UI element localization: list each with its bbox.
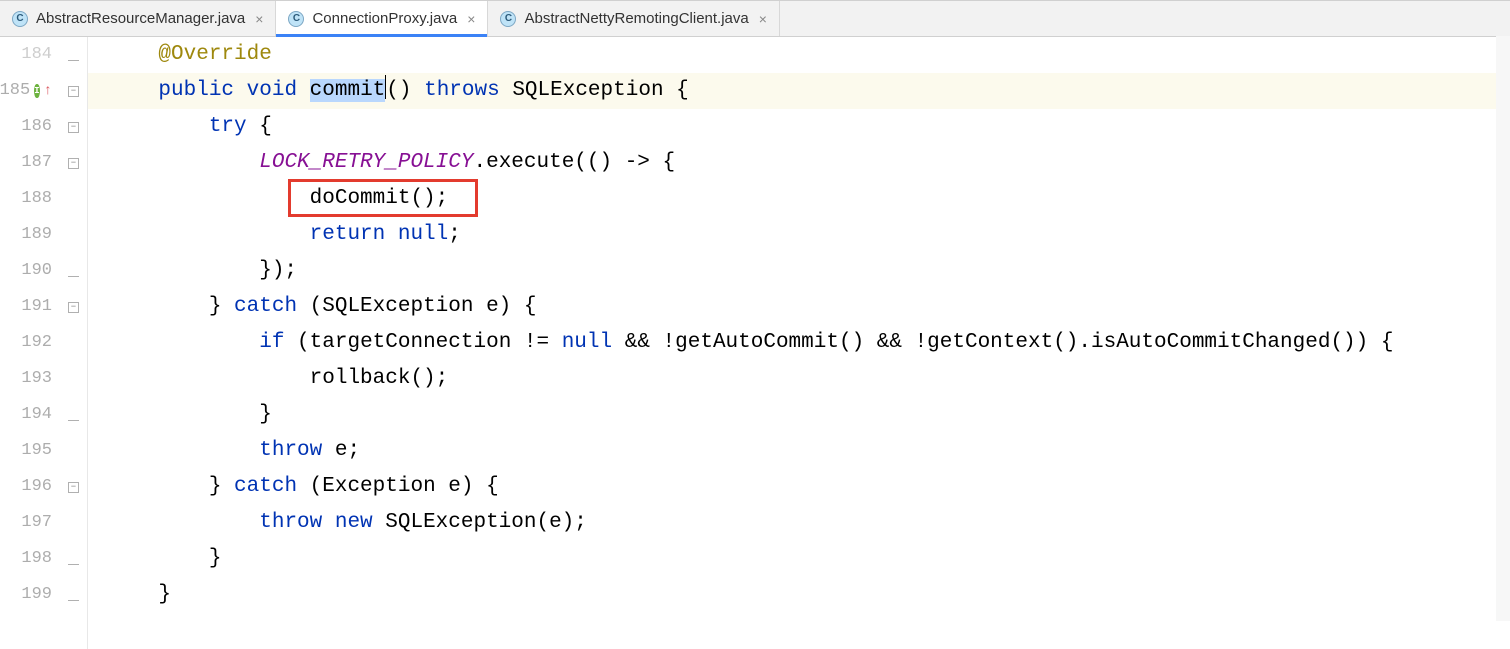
line-number[interactable]: 198 [0,541,52,577]
close-icon[interactable]: × [253,11,265,27]
code-line[interactable]: } [88,577,1510,613]
fold-cell[interactable] [60,397,87,433]
code-line[interactable]: doCommit(); [88,181,1510,217]
line-gutter: 184185I↑18618718818919019119219319419519… [0,37,60,649]
fold-cell[interactable] [60,325,87,361]
fold-cell[interactable] [60,541,87,577]
code-line[interactable]: } catch (SQLException e) { [88,289,1510,325]
editor-tab[interactable]: C ConnectionProxy.java × [276,1,488,36]
highlight-box [288,179,478,217]
fold-toggle-icon[interactable]: − [68,302,79,313]
fold-cell[interactable]: − [60,109,87,145]
line-number[interactable]: 197 [0,505,52,541]
code-line[interactable]: throw new SQLException(e); [88,505,1510,541]
line-number[interactable]: 195 [0,433,52,469]
fold-cell[interactable] [60,181,87,217]
vertical-scrollbar[interactable] [1496,36,1510,621]
fold-end-icon [68,266,79,277]
fold-cell[interactable]: − [60,145,87,181]
fold-toggle-icon[interactable]: − [68,482,79,493]
line-number[interactable]: 190 [0,253,52,289]
class-file-icon: C [12,11,28,27]
arrow-up-icon: ↑ [44,73,52,109]
class-file-icon: C [500,11,516,27]
tab-label: AbstractResourceManager.java [36,10,245,27]
line-number[interactable]: 187 [0,145,52,181]
fold-cell[interactable] [60,253,87,289]
code-line[interactable]: throw e; [88,433,1510,469]
line-number[interactable]: 184 [0,37,52,73]
fold-cell[interactable] [60,433,87,469]
code-line[interactable]: LOCK_RETRY_POLICY.execute(() -> { [88,145,1510,181]
fold-cell[interactable]: − [60,289,87,325]
line-number[interactable]: 193 [0,361,52,397]
close-icon[interactable]: × [757,11,769,27]
fold-end-icon [68,410,79,421]
line-number[interactable]: 189 [0,217,52,253]
fold-cell[interactable] [60,577,87,613]
fold-end-icon [68,50,79,61]
line-number[interactable]: 194 [0,397,52,433]
line-number[interactable]: 196 [0,469,52,505]
tab-label: AbstractNettyRemotingClient.java [524,10,748,27]
fold-toggle-icon[interactable]: − [68,86,79,97]
line-number[interactable]: 188 [0,181,52,217]
line-number[interactable]: 199 [0,577,52,613]
fold-end-icon [68,554,79,565]
code-line[interactable]: if (targetConnection != null && !getAuto… [88,325,1510,361]
code-line[interactable]: } catch (Exception e) { [88,469,1510,505]
override-marker-icon[interactable]: I [34,84,39,98]
code-line[interactable]: }); [88,253,1510,289]
fold-cell[interactable] [60,37,87,73]
code-line[interactable]: } [88,397,1510,433]
fold-cell[interactable] [60,613,87,649]
line-number[interactable]: 192 [0,325,52,361]
line-number[interactable]: 186 [0,109,52,145]
fold-toggle-icon[interactable]: − [68,122,79,133]
code-editor[interactable]: 184185I↑18618718818919019119219319419519… [0,37,1510,649]
fold-toggle-icon[interactable]: − [68,158,79,169]
code-line[interactable] [88,613,1510,649]
class-file-icon: C [288,11,304,27]
line-number[interactable]: 185I↑ [0,73,52,109]
fold-cell[interactable]: − [60,73,87,109]
fold-cell[interactable]: − [60,469,87,505]
fold-column[interactable]: − − − − − [60,37,88,649]
code-line[interactable]: try { [88,109,1510,145]
close-icon[interactable]: × [465,11,477,27]
editor-tab[interactable]: C AbstractNettyRemotingClient.java × [488,1,779,36]
code-line[interactable]: @Override [88,37,1510,73]
editor-tabs: C AbstractResourceManager.java × C Connectio… [0,1,1510,37]
line-number[interactable]: 191 [0,289,52,325]
code-line[interactable]: return null; [88,217,1510,253]
code-area[interactable]: @Override public void commit() throws SQ… [88,37,1510,649]
fold-cell[interactable] [60,217,87,253]
fold-cell[interactable] [60,505,87,541]
line-number[interactable] [0,613,52,649]
fold-end-icon [68,590,79,601]
fold-cell[interactable] [60,361,87,397]
code-line[interactable]: public void commit() throws SQLException… [88,73,1510,109]
code-line[interactable]: } [88,541,1510,577]
editor-tab[interactable]: C AbstractResourceManager.java × [0,1,276,36]
code-line[interactable]: rollback(); [88,361,1510,397]
tab-label: ConnectionProxy.java [312,10,457,27]
